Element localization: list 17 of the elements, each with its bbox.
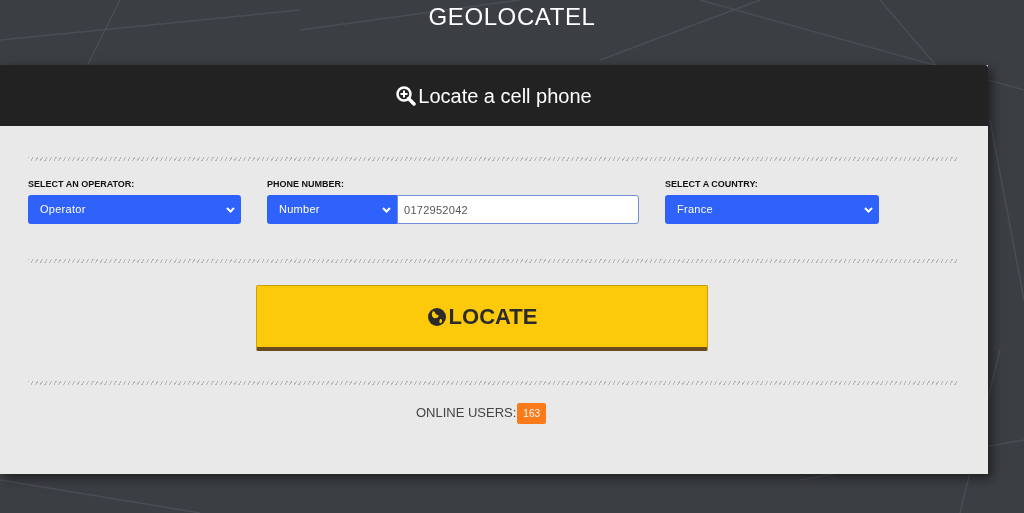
chevron-down-icon	[382, 206, 391, 213]
chevron-down-icon	[226, 206, 235, 213]
dropdown[interactable]: Number	[267, 195, 397, 224]
online-users-label: ONLINE USERS:	[415, 403, 517, 422]
site-title: GEOLOCATEL	[428, 2, 596, 32]
chevron-down-icon	[864, 206, 873, 213]
online-users-count: 163	[517, 403, 547, 424]
phone-number-field[interactable]: 0172952042	[397, 195, 639, 224]
globe-icon	[426, 306, 447, 327]
field-label: SELECT AN OPERATOR:	[28, 178, 136, 191]
field-label: SELECT A COUNTRY:	[665, 178, 759, 191]
card-title: Locate a cell phone	[418, 83, 592, 109]
dropdown[interactable]: France	[665, 195, 879, 224]
locate-button[interactable]: LOCATE	[256, 285, 708, 351]
field-label: PHONE NUMBER:	[267, 178, 345, 191]
dropdown[interactable]: Operator	[28, 195, 241, 224]
zoom-in-icon	[396, 85, 417, 106]
